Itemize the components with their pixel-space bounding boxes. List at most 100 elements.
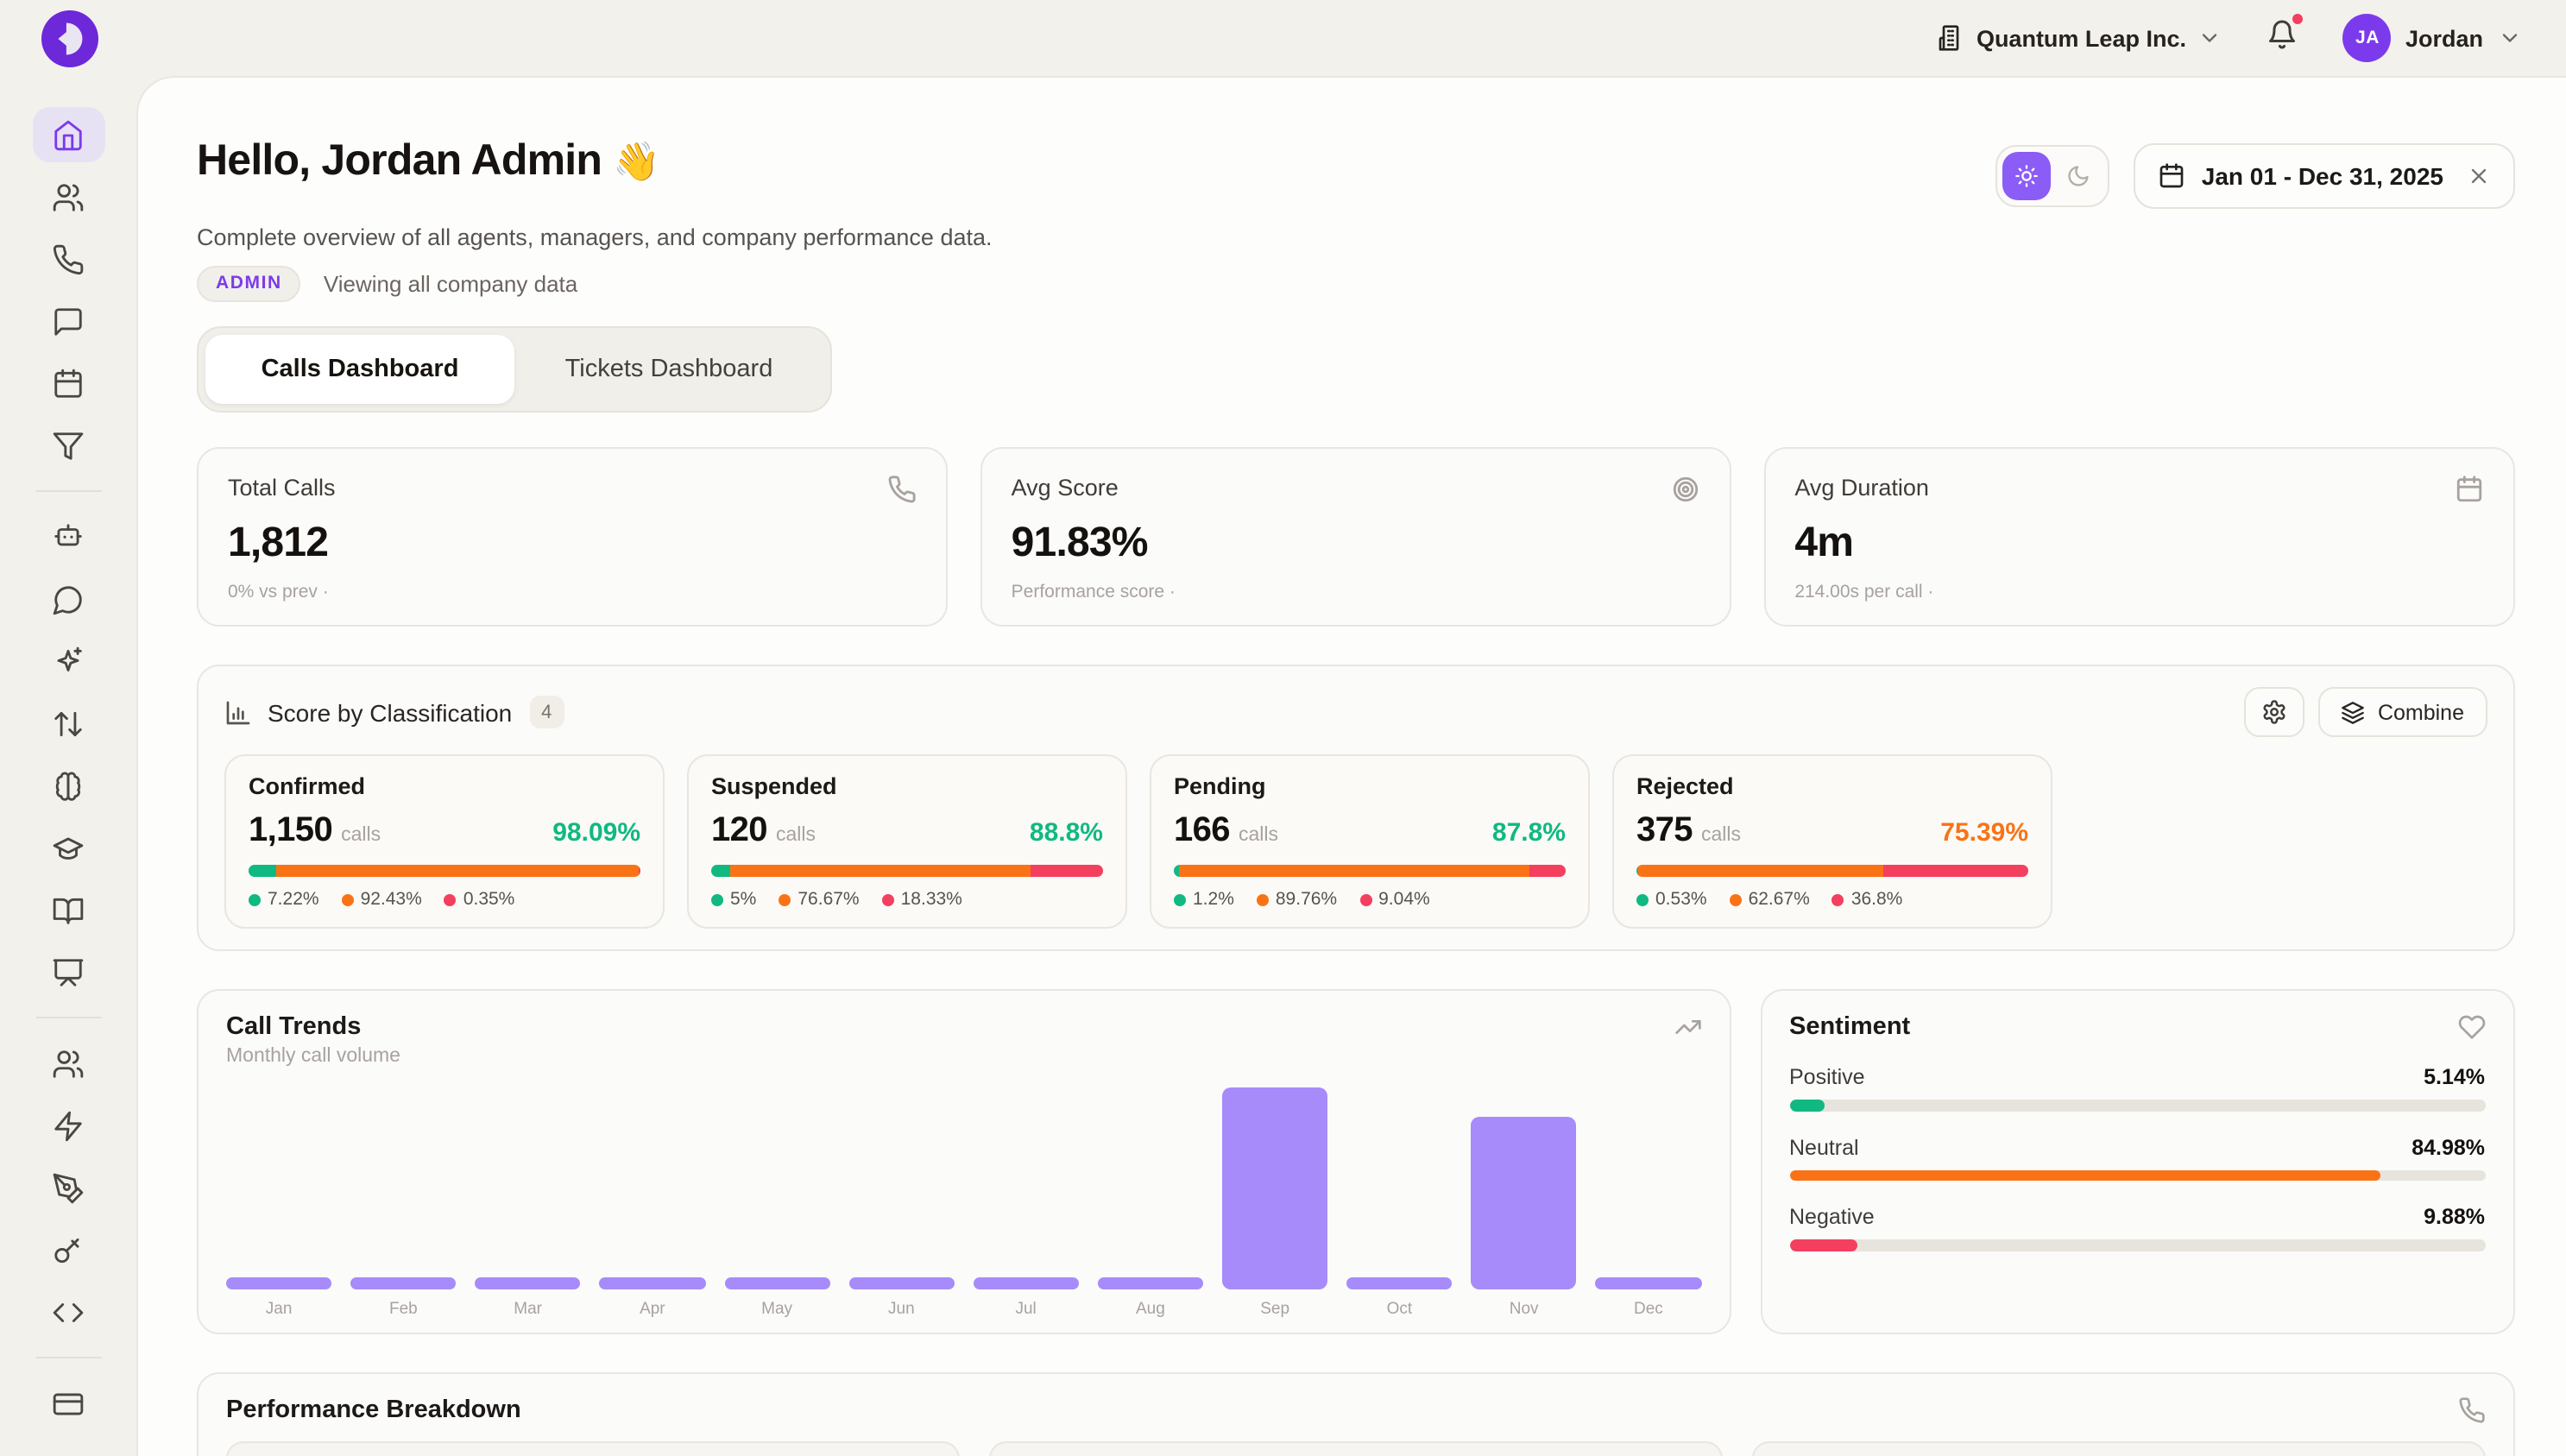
legend-dot <box>249 893 261 905</box>
users-icon <box>52 180 85 213</box>
sidebar-item-users[interactable] <box>32 1036 104 1091</box>
sentiment-bar-fill <box>1789 1169 2380 1181</box>
moon-icon <box>2067 164 2091 188</box>
brand-logo[interactable] <box>41 9 98 66</box>
bar-aug[interactable] <box>1098 1277 1203 1289</box>
sidebar-item-bot[interactable] <box>32 509 104 564</box>
stat-value: 1,812 <box>228 520 917 568</box>
sentiment-bar-track <box>1789 1100 2485 1111</box>
sidebar <box>0 76 136 1456</box>
bar-segment-orange <box>1178 865 1530 877</box>
legend-label: 5% <box>730 889 756 910</box>
legend-dot <box>1832 893 1844 905</box>
zap-icon <box>52 1109 85 1142</box>
sidebar-item-home[interactable] <box>32 107 104 162</box>
bar-segment-orange <box>731 865 1031 877</box>
performance-breakdown-section: Performance Breakdown Total CallsActive … <box>197 1372 2514 1456</box>
calls-unit: calls <box>341 825 381 846</box>
sidebar-item-filter[interactable] <box>32 418 104 473</box>
sentiment-value: 84.98% <box>2412 1135 2485 1159</box>
x-tick-label: Oct <box>1346 1300 1452 1319</box>
bar-mar[interactable] <box>476 1277 581 1289</box>
legend-label: 62.67% <box>1749 889 1810 910</box>
bar-legend: 7.22%92.43%0.35% <box>249 889 640 910</box>
settings-button[interactable] <box>2245 687 2305 737</box>
header-controls: Jan 01 - Dec 31, 2025 <box>1996 143 2514 209</box>
score-percent: 87.8% <box>1492 818 1566 848</box>
classification-value-row: 120calls88.8% <box>711 811 1103 851</box>
sidebar-item-book-open[interactable] <box>32 882 104 937</box>
bar-jan[interactable] <box>226 1277 331 1289</box>
sentiment-rows: Positive5.14% Neutral84.98% Negative9.88% <box>1789 1065 2485 1251</box>
tab-tickets-dashboard[interactable]: Tickets Dashboard <box>514 335 823 404</box>
target-icon <box>1670 475 1699 504</box>
sidebar-divider <box>35 1017 101 1018</box>
bar-segment-red <box>1884 865 2028 877</box>
user-menu[interactable]: JA Jordan <box>2343 14 2521 62</box>
sidebar-item-phone[interactable] <box>32 231 104 287</box>
phone-icon <box>52 243 85 275</box>
sidebar-item-calendar[interactable] <box>32 356 104 411</box>
gear-icon <box>2262 699 2288 725</box>
stacked-bar <box>711 865 1103 877</box>
x-icon <box>2466 164 2490 188</box>
stacked-bar <box>1636 865 2028 877</box>
sidebar-item-graduation-cap[interactable] <box>32 820 104 875</box>
bar-may[interactable] <box>724 1277 829 1289</box>
sidebar-item-pen-tool[interactable] <box>32 1160 104 1215</box>
sidebar-item-message-square[interactable] <box>32 293 104 349</box>
calls-count: 120 <box>711 811 767 851</box>
bar-column-nov <box>1472 1117 1577 1289</box>
bar-jun[interactable] <box>848 1277 954 1289</box>
bar-dec[interactable] <box>1596 1277 1701 1289</box>
dark-mode-button[interactable] <box>2055 152 2103 200</box>
sentiment-value: 9.88% <box>2424 1205 2485 1229</box>
book-open-icon <box>52 893 85 926</box>
bar-column-apr <box>600 1277 705 1289</box>
x-tick-label: Dec <box>1596 1300 1701 1319</box>
performance-card-avg-score: Avg Score <box>1751 1441 2485 1456</box>
classification-card-pending: Pending166calls87.8%1.2%89.76%9.04% <box>1150 754 1590 929</box>
sidebar-item-arrow-up-down[interactable] <box>32 696 104 751</box>
stat-footnote: 0% vs prev · <box>228 582 917 602</box>
bar-feb[interactable] <box>350 1277 456 1289</box>
sidebar-item-message-circle[interactable] <box>32 571 104 627</box>
sidebar-item-key[interactable] <box>32 1222 104 1277</box>
sentiment-row-negative: Negative9.88% <box>1789 1205 2485 1251</box>
legend-dot <box>1174 893 1186 905</box>
sidebar-item-credit-card[interactable] <box>32 1376 104 1431</box>
role-row: ADMIN Viewing all company data <box>197 268 2514 300</box>
sidebar-item-zap[interactable] <box>32 1098 104 1153</box>
sidebar-item-users[interactable] <box>32 169 104 224</box>
sentiment-row-top: Neutral84.98% <box>1789 1135 2485 1159</box>
sidebar-item-code[interactable] <box>32 1284 104 1339</box>
notifications-button[interactable] <box>2264 15 2302 61</box>
clear-date-button[interactable] <box>2466 164 2490 188</box>
topbar: Quantum Leap Inc. JA Jordan <box>0 0 2566 76</box>
bar-chart <box>226 1074 1701 1289</box>
legend-label: 36.8% <box>1851 889 1903 910</box>
legend-dot <box>711 893 723 905</box>
sidebar-item-presentation[interactable] <box>32 944 104 999</box>
count-badge: 4 <box>529 696 564 728</box>
date-range-label: Jan 01 - Dec 31, 2025 <box>2202 162 2443 190</box>
page-header: Hello, Jordan Admin 👋 Jan 01 - Dec 31, 2… <box>197 136 2514 209</box>
sentiment-row-top: Positive5.14% <box>1789 1065 2485 1089</box>
combine-button[interactable]: Combine <box>2319 687 2487 737</box>
main-panel: Hello, Jordan Admin 👋 Jan 01 - Dec 31, 2… <box>136 76 2566 1456</box>
sentiment-card: Sentiment Positive5.14%Neutral84.98%Nega… <box>1760 989 2514 1334</box>
bar-nov[interactable] <box>1472 1117 1577 1289</box>
light-mode-button[interactable] <box>2003 152 2052 200</box>
bar-jul[interactable] <box>974 1277 1079 1289</box>
bar-apr[interactable] <box>600 1277 705 1289</box>
company-selector[interactable]: Quantum Leap Inc. <box>1937 24 2222 52</box>
page-title: Hello, Jordan Admin 👋 <box>197 136 659 186</box>
bar-oct[interactable] <box>1346 1277 1452 1289</box>
sidebar-item-sparkles[interactable] <box>32 633 104 689</box>
message-circle-icon <box>52 583 85 615</box>
date-range-picker[interactable]: Jan 01 - Dec 31, 2025 <box>2134 143 2514 209</box>
tab-calls-dashboard[interactable]: Calls Dashboard <box>205 335 514 404</box>
classification-name: Suspended <box>711 773 1103 799</box>
bar-sep[interactable] <box>1222 1087 1327 1289</box>
sidebar-item-brain[interactable] <box>32 758 104 813</box>
